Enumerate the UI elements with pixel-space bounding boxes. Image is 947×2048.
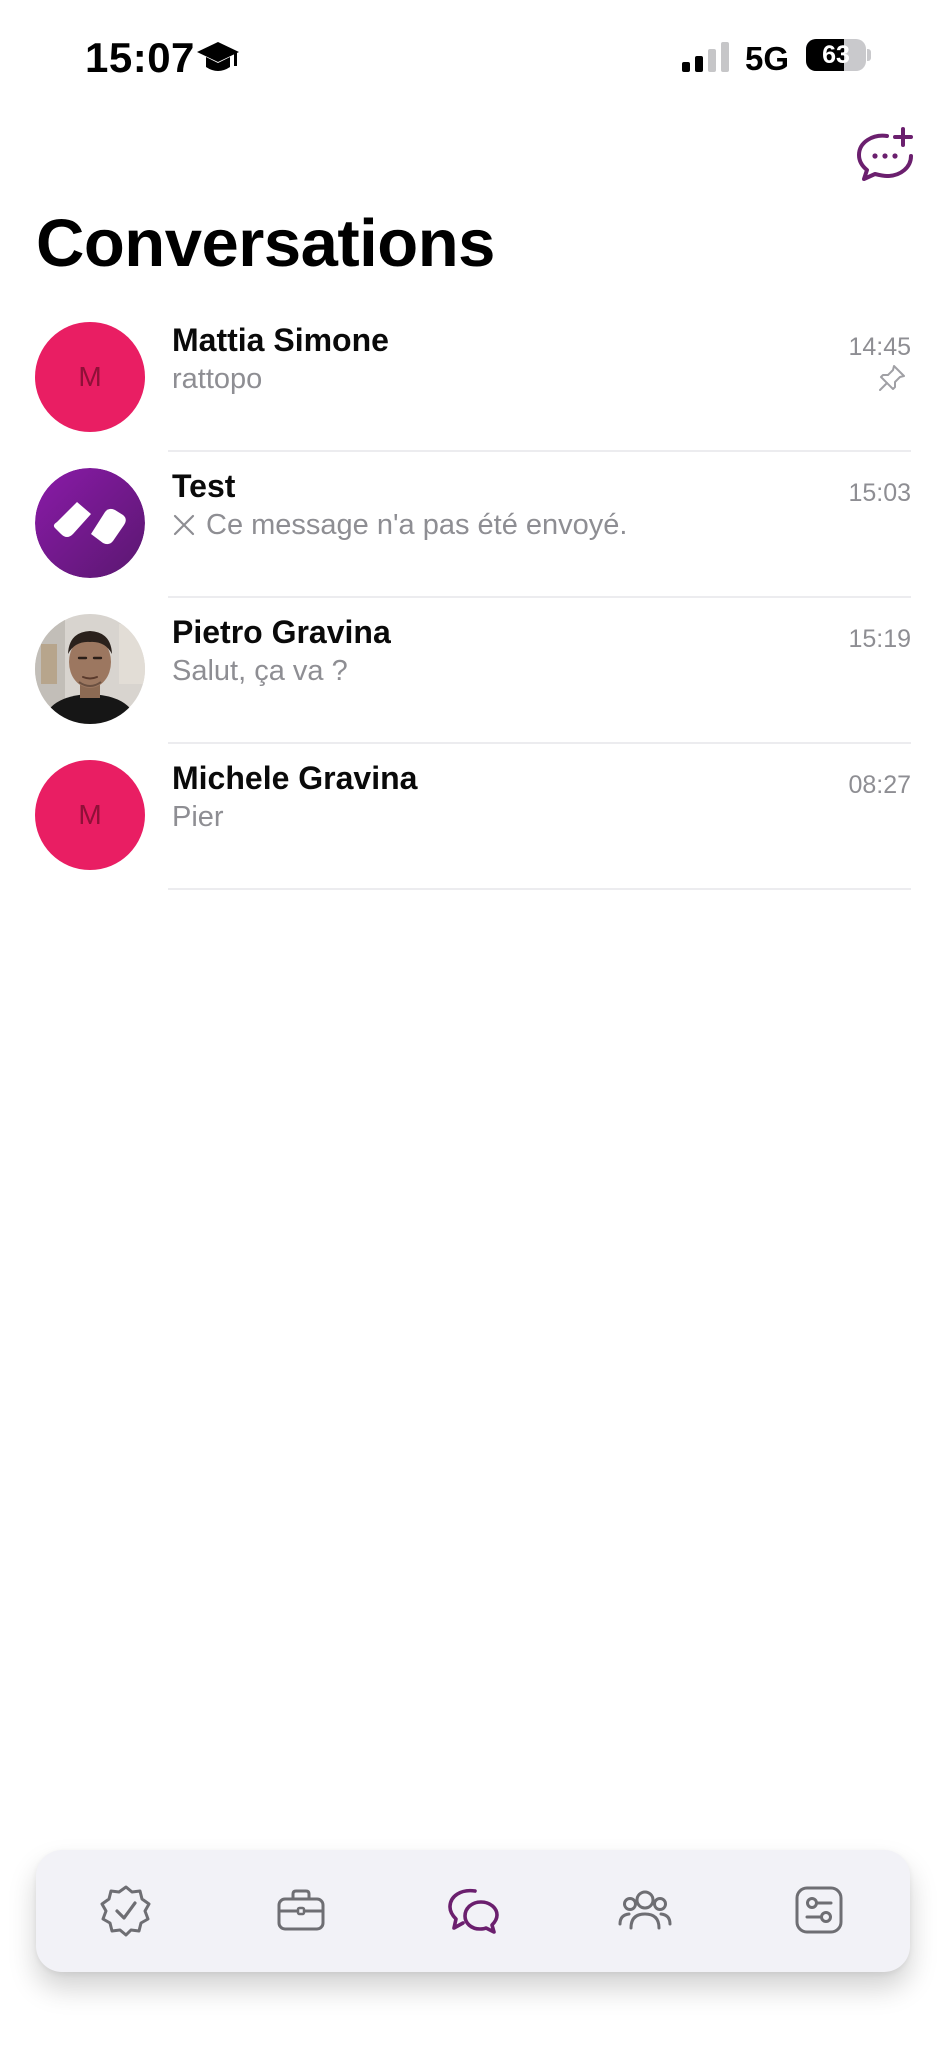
conversation-name: Pietro Gravina [172, 614, 391, 650]
conversation-row[interactable]: Test Ce message n'a pas été envoyé. 15:0… [0, 452, 947, 598]
app-logo-icon [35, 468, 145, 578]
conversation-list: M Mattia Simone rattopo 14:45 Test Ce me… [0, 306, 947, 890]
tab-contacts[interactable] [617, 1882, 673, 1938]
pin-icon [879, 365, 905, 391]
people-icon [618, 1890, 672, 1930]
page-title: Conversations [36, 206, 495, 281]
settings-sliders-icon [795, 1886, 843, 1934]
new-conversation-button[interactable] [853, 126, 915, 184]
conversation-time: 08:27 [848, 771, 911, 799]
cellular-signal-icon [682, 42, 729, 72]
briefcase-icon [277, 1889, 325, 1931]
close-icon [173, 514, 195, 536]
battery-level-label: 63 [822, 41, 850, 69]
conversation-row[interactable]: M Mattia Simone rattopo 14:45 [0, 306, 947, 452]
conversation-time: 15:19 [848, 625, 911, 653]
tab-conversations[interactable] [445, 1882, 501, 1938]
profile-photo [35, 614, 145, 724]
conversation-preview: rattopo [172, 363, 263, 395]
conversation-row[interactable]: M Michele Gravina Pier 08:27 [0, 744, 947, 890]
avatar: M [35, 322, 145, 432]
avatar [35, 468, 145, 578]
conversation-preview: Salut, ça va ? [172, 655, 348, 687]
conversation-row[interactable]: Pietro Gravina Salut, ça va ? 15:19 [0, 598, 947, 744]
conversation-time: 14:45 [848, 333, 911, 361]
battery-indicator: 63 [806, 39, 871, 71]
network-label: 5G [745, 40, 790, 77]
avatar-initial: M [35, 322, 145, 432]
conversation-name: Michele Gravina [172, 760, 418, 796]
conversation-name: Mattia Simone [172, 322, 389, 358]
chat-plus-icon [857, 127, 913, 181]
tab-work[interactable] [273, 1882, 329, 1938]
verified-badge-icon [100, 1885, 151, 1937]
conversation-time: 15:03 [848, 479, 911, 507]
status-time: 15:07 [85, 34, 195, 81]
divider [168, 888, 911, 890]
graduation-cap-icon [197, 42, 239, 71]
tab-tasks[interactable] [98, 1882, 154, 1938]
avatar: M [35, 760, 145, 870]
tab-settings[interactable] [791, 1882, 847, 1938]
status-bar: 15:07 5G 63 [0, 0, 947, 110]
conversation-preview-text: Ce message n'a pas été envoyé. [206, 509, 628, 541]
avatar-initial: M [35, 760, 145, 870]
tab-bar [36, 1850, 910, 1972]
conversation-preview: Ce message n'a pas été envoyé. [172, 509, 627, 542]
avatar [35, 614, 145, 724]
chat-bubbles-icon [448, 1888, 499, 1934]
conversation-preview: Pier [172, 801, 224, 833]
conversation-name: Test [172, 468, 236, 504]
